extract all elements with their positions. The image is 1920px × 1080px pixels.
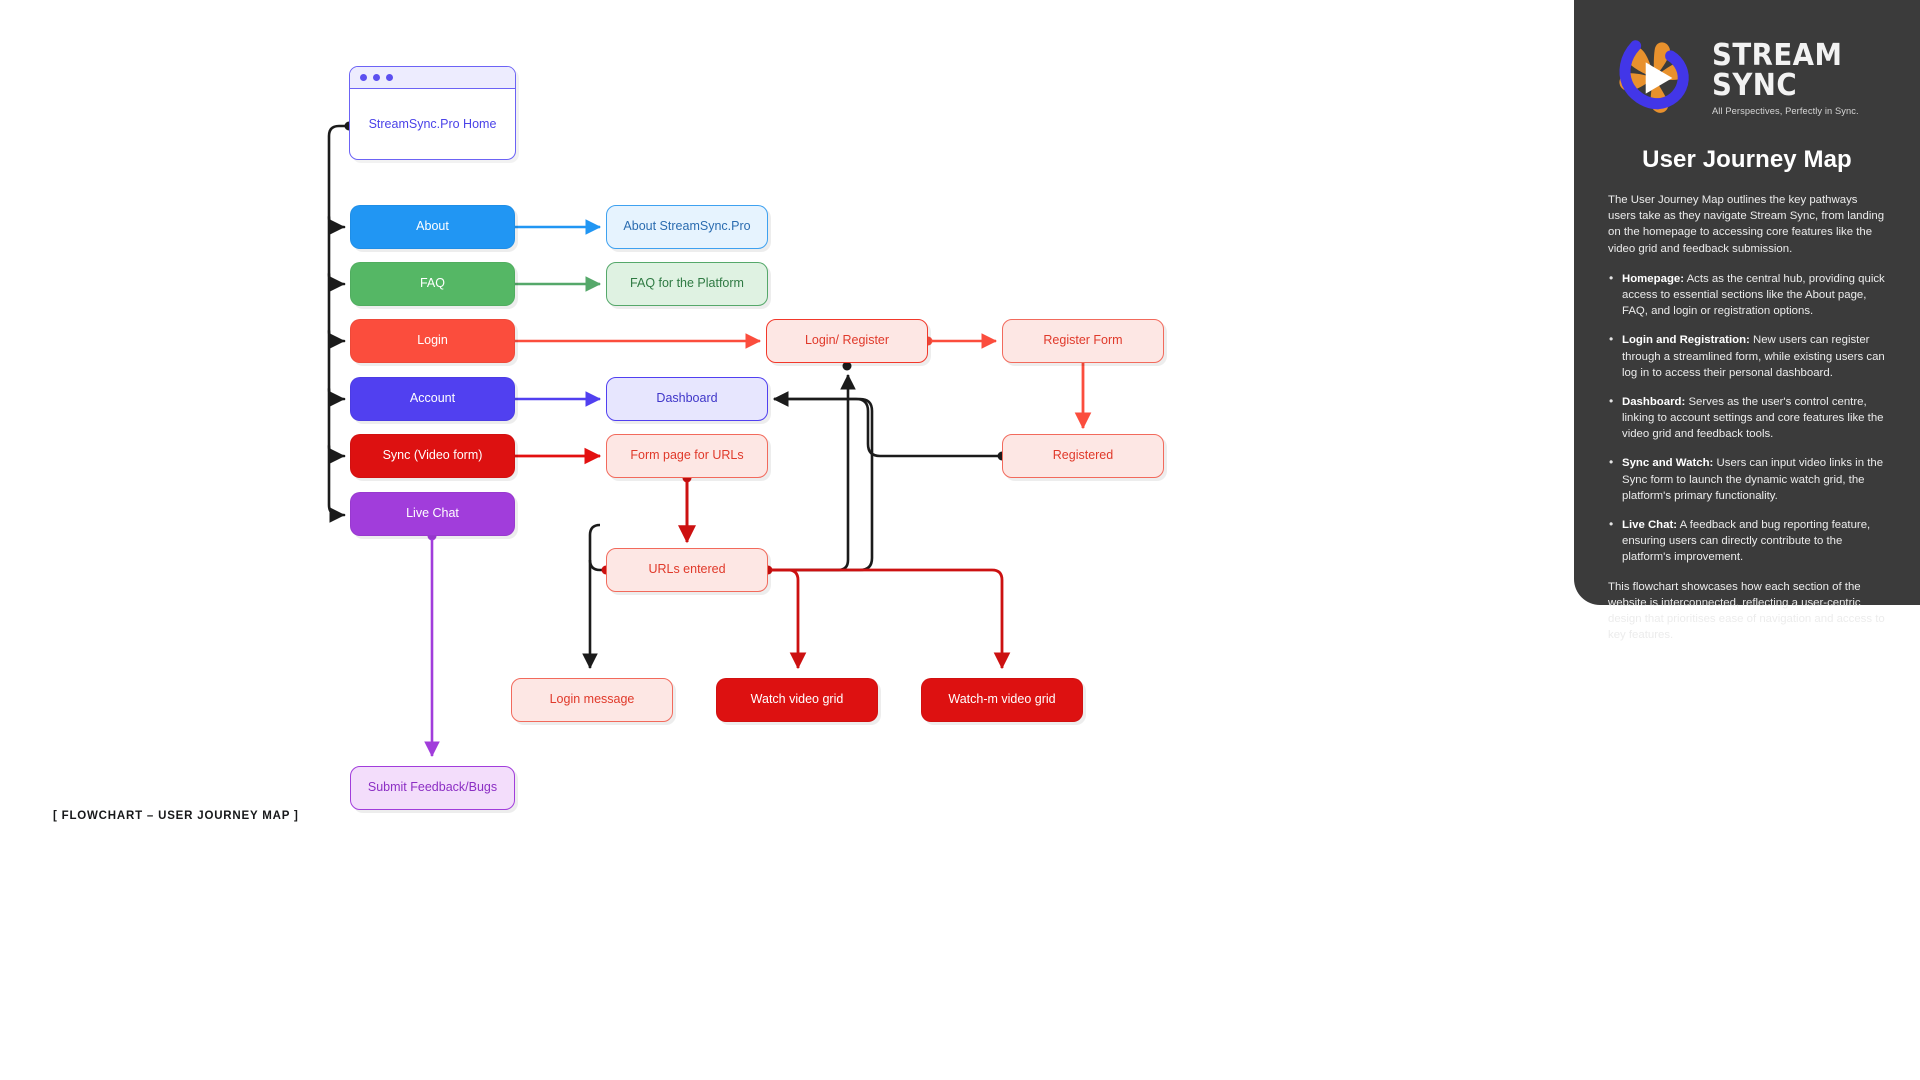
node-form-page-for-urls[interactable]: Form page for URLs (606, 434, 768, 478)
panel-bullet-item: Homepage: Acts as the central hub, provi… (1608, 270, 1886, 320)
node-live-chat[interactable]: Live Chat (350, 492, 515, 536)
brand-name: STREAM SYNC (1712, 37, 1843, 103)
node-label: Sync (Video form) (382, 448, 483, 463)
node-register-form[interactable]: Register Form (1002, 319, 1164, 363)
node-label: Login (417, 333, 448, 348)
node-label: Login/ Register (804, 333, 890, 348)
panel-title: User Journey Map (1642, 146, 1852, 173)
node-registered[interactable]: Registered (1002, 434, 1164, 478)
panel-bullet-item: Dashboard: Serves as the user's control … (1608, 393, 1886, 443)
browser-titlebar (350, 67, 515, 89)
browser-dot-red-icon (360, 74, 367, 81)
node-label: Register Form (1043, 333, 1123, 348)
node-label: Registered (1052, 448, 1114, 463)
node-label: Watch-m video grid (948, 692, 1056, 707)
brand-lockup: STREAM SYNC All Perspectives, Perfectly … (1608, 0, 1886, 124)
node-label: FAQ (419, 276, 445, 291)
brand-tagline: All Perspectives, Perfectly in Sync. (1712, 105, 1859, 116)
panel-bullet-term: Dashboard: (1622, 395, 1686, 408)
node-label: StreamSync.Pro Home (368, 117, 497, 131)
node-about-streamsync-pro[interactable]: About StreamSync.Pro (606, 205, 768, 249)
node-label: FAQ for the Platform (630, 276, 744, 291)
node-label: Live Chat (406, 506, 459, 521)
node-label: About (416, 219, 449, 234)
node-label: Account (409, 391, 456, 406)
flowchart-edges (327, 121, 1092, 758)
panel-intro: The User Journey Map outlines the key pa… (1608, 194, 1885, 255)
flowchart-canvas: StreamSync.Pro Home About FAQ Login Acco… (0, 0, 1568, 1080)
info-panel: STREAM SYNC All Perspectives, Perfectly … (1574, 0, 1920, 641)
stream-sync-logo-icon (1608, 32, 1700, 124)
node-label: URLs entered (648, 562, 726, 577)
node-login[interactable]: Login (350, 319, 515, 363)
node-sync-video-form[interactable]: Sync (Video form) (350, 434, 515, 478)
node-watch-m-video-grid[interactable]: Watch-m video grid (921, 678, 1083, 722)
brand-wordmark: STREAM SYNC All Perspectives, Perfectly … (1712, 37, 1886, 116)
browser-dot-yellow-icon (373, 74, 380, 81)
node-login-register[interactable]: Login/ Register (766, 319, 928, 363)
node-label: Watch video grid (750, 692, 844, 707)
panel-bullet-term: Login and Registration: (1622, 334, 1750, 347)
node-account[interactable]: Account (350, 377, 515, 421)
panel-bullet-item: Live Chat: A feedback and bug reporting … (1608, 516, 1886, 566)
node-label: Dashboard (656, 391, 718, 406)
node-label: Submit Feedback/Bugs (367, 780, 498, 795)
node-dashboard[interactable]: Dashboard (606, 377, 768, 421)
panel-bullet-term: Live Chat: (1622, 519, 1678, 531)
flowchart-caption: [ FLOWCHART – USER JOURNEY MAP ] (53, 810, 299, 822)
panel-bullet-item: Sync and Watch: Users can input video li… (1608, 454, 1886, 504)
node-watch-video-grid[interactable]: Watch video grid (716, 678, 878, 722)
node-faq-for-the-platform[interactable]: FAQ for the Platform (606, 262, 768, 306)
node-label: Login message (549, 692, 635, 707)
node-label: About StreamSync.Pro (623, 219, 751, 234)
node-label: Form page for URLs (630, 448, 744, 463)
node-streamsync-home[interactable]: StreamSync.Pro Home (349, 66, 516, 160)
browser-dot-green-icon (386, 74, 393, 81)
panel-bullet-item: Login and Registration: New users can re… (1608, 331, 1886, 381)
node-login-message[interactable]: Login message (511, 678, 673, 722)
browser-content: StreamSync.Pro Home (350, 89, 515, 159)
panel-bullet-term: Sync and Watch: (1622, 457, 1714, 470)
panel-bullet-list: Homepage: Acts as the central hub, provi… (1608, 270, 1886, 566)
node-faq[interactable]: FAQ (350, 262, 515, 306)
panel-bullet-term: Homepage: (1622, 272, 1685, 285)
node-urls-entered[interactable]: URLs entered (606, 548, 768, 592)
node-about[interactable]: About (350, 205, 515, 249)
node-submit-feedback-bugs[interactable]: Submit Feedback/Bugs (350, 766, 515, 810)
panel-outro: This flowchart showcases how each sectio… (1608, 580, 1885, 642)
